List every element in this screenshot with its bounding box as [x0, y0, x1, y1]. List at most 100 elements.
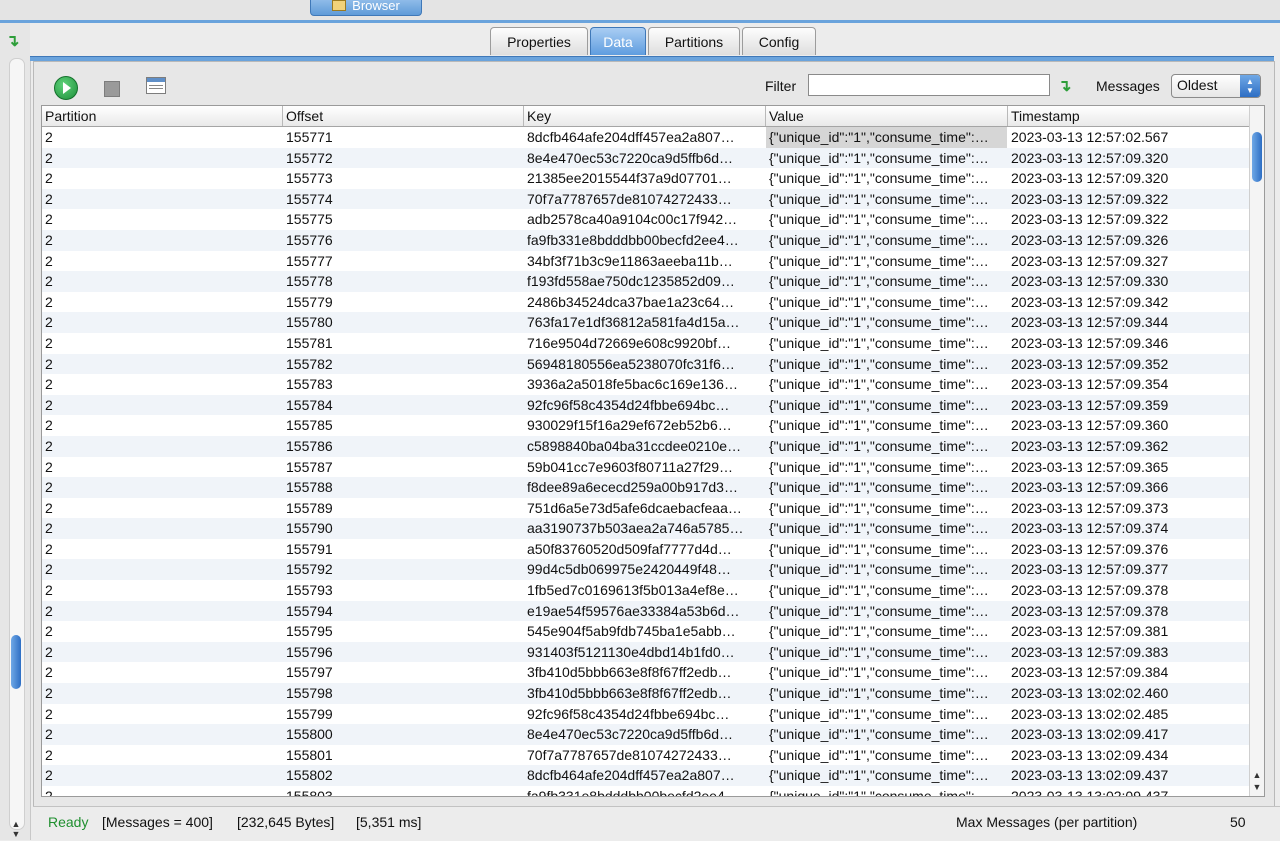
table-row[interactable]: 2 155771 8dcfb464afe204dff457ea2a807… {"uni…: [42, 127, 1250, 148]
cell-key[interactable]: 8e4e470ec53c7220ca9d5ffb6d…: [524, 148, 763, 169]
cell-partition[interactable]: 2: [42, 209, 281, 230]
table-scrollbar[interactable]: ▲ ▼: [1249, 106, 1264, 796]
table-row[interactable]: 2 155778 f193fd558ae750dc1235852d09… {"uniq…: [42, 271, 1250, 292]
cell-key[interactable]: 931403f5121130e4dbd14b1fd0…: [524, 642, 763, 663]
cell-value[interactable]: {"unique_id":"1","consume_time":…: [766, 477, 1007, 498]
left-scroll-down-icon[interactable]: ▼: [10, 829, 22, 841]
cell-timestamp[interactable]: 2023-03-13 12:57:09.366: [1008, 477, 1251, 498]
cell-partition[interactable]: 2: [42, 642, 281, 663]
cell-partition[interactable]: 2: [42, 601, 281, 622]
cell-timestamp[interactable]: 2023-03-13 12:57:09.376: [1008, 539, 1251, 560]
column-header-timestamp[interactable]: Timestamp: [1008, 106, 1250, 126]
cell-partition[interactable]: 2: [42, 436, 281, 457]
cell-partition[interactable]: 2: [42, 230, 281, 251]
cell-partition[interactable]: 2: [42, 457, 281, 478]
tab-properties[interactable]: Properties: [490, 27, 588, 55]
cell-key[interactable]: 92fc96f58c4354d24fbbe694bc…: [524, 395, 763, 416]
cell-partition[interactable]: 2: [42, 539, 281, 560]
tab-data[interactable]: Data: [590, 27, 646, 55]
cell-timestamp[interactable]: 2023-03-13 12:57:09.354: [1008, 374, 1251, 395]
cell-key[interactable]: fa9fb331e8bdddbb00becfd2ee4…: [524, 786, 763, 796]
apply-filter-arrow-icon[interactable]: ↴: [1058, 76, 1071, 96]
cell-timestamp[interactable]: 2023-03-13 12:57:09.342: [1008, 292, 1251, 313]
cell-partition[interactable]: 2: [42, 477, 281, 498]
cell-value[interactable]: {"unique_id":"1","consume_time":…: [766, 292, 1007, 313]
cell-timestamp[interactable]: 2023-03-13 12:57:09.359: [1008, 395, 1251, 416]
table-row[interactable]: 2 155801 70f7a7787657de81074272433… {"uniqu…: [42, 745, 1250, 766]
cell-partition[interactable]: 2: [42, 498, 281, 519]
cell-key[interactable]: adb2578ca40a9104c00c17f942…: [524, 209, 763, 230]
table-row[interactable]: 2 155774 70f7a7787657de81074272433… {"uniqu…: [42, 188, 1250, 210]
cell-value[interactable]: {"unique_id":"1","consume_time":…: [766, 148, 1007, 169]
tab-partitions[interactable]: Partitions: [648, 27, 740, 55]
cell-offset[interactable]: 155783: [283, 374, 522, 395]
cell-key[interactable]: 751d6a5e73d5afe6dcaebacfeaa…: [524, 498, 763, 519]
cell-timestamp[interactable]: 2023-03-13 12:57:09.344: [1008, 312, 1251, 333]
cell-key[interactable]: 59b041cc7e9603f80711a27f29…: [524, 457, 763, 478]
column-header-partition[interactable]: Partition: [42, 106, 283, 126]
cell-value[interactable]: {"unique_id":"1","consume_time":…: [766, 312, 1007, 333]
cell-key[interactable]: 70f7a7787657de81074272433…: [524, 189, 763, 210]
cell-value[interactable]: {"unique_id":"1","consume_time":…: [766, 354, 1007, 375]
cell-timestamp[interactable]: 2023-03-13 12:57:09.378: [1008, 580, 1251, 601]
cell-offset[interactable]: 155773: [283, 168, 522, 189]
cell-key[interactable]: 3fb410d5bbb663e8f8f67ff2edb…: [524, 683, 763, 704]
cell-value[interactable]: {"unique_id":"1","consume_time":…: [766, 642, 1007, 663]
cell-timestamp[interactable]: 2023-03-13 12:57:09.320: [1008, 148, 1251, 169]
cell-timestamp[interactable]: 2023-03-13 12:57:09.327: [1008, 251, 1251, 272]
cell-offset[interactable]: 155801: [283, 745, 522, 766]
cell-key[interactable]: 21385ee2015544f37a9d07701…: [524, 168, 763, 189]
cell-offset[interactable]: 155776: [283, 230, 522, 251]
cell-partition[interactable]: 2: [42, 168, 281, 189]
cell-partition[interactable]: 2: [42, 662, 281, 683]
table-row[interactable]: 2 155777 34bf3f71b3c9e11863aeeba11b… {"uniq…: [42, 251, 1250, 272]
cell-partition[interactable]: 2: [42, 765, 281, 786]
cell-offset[interactable]: 155793: [283, 580, 522, 601]
cell-key[interactable]: 56948180556ea5238070fc31f6…: [524, 354, 763, 375]
cell-value[interactable]: {"unique_id":"1","consume_time":…: [766, 271, 1007, 292]
cell-value[interactable]: {"unique_id":"1","consume_time":…: [766, 415, 1007, 436]
cell-value[interactable]: {"unique_id":"1","consume_time":…: [766, 374, 1007, 395]
filter-input[interactable]: [808, 74, 1050, 96]
cell-key[interactable]: 8dcfb464afe204dff457ea2a807…: [524, 765, 763, 786]
cell-value[interactable]: {"unique_id":"1","consume_time":…: [766, 230, 1007, 251]
cell-timestamp[interactable]: 2023-03-13 13:02:02.485: [1008, 704, 1251, 725]
cell-key[interactable]: 716e9504d72669e608c9920bf…: [524, 333, 763, 354]
cell-key[interactable]: e19ae54f59576ae33384a53b6d…: [524, 601, 763, 622]
cell-offset[interactable]: 155781: [283, 333, 522, 354]
cell-value[interactable]: {"unique_id":"1","consume_time":…: [766, 559, 1007, 580]
cell-offset[interactable]: 155789: [283, 498, 522, 519]
cell-key[interactable]: 763fa17e1df36812a581fa4d15a…: [524, 312, 763, 333]
cell-partition[interactable]: 2: [42, 786, 281, 796]
cell-key[interactable]: 34bf3f71b3c9e11863aeeba11b…: [524, 251, 763, 272]
cell-key[interactable]: 545e904f5ab9fdb745ba1e5abb…: [524, 621, 763, 642]
cell-partition[interactable]: 2: [42, 189, 281, 210]
cell-offset[interactable]: 155797: [283, 662, 522, 683]
table-row[interactable]: 2 155785 930029f15f16a29ef672eb52b6… {"uniq…: [42, 415, 1250, 436]
cell-offset[interactable]: 155794: [283, 601, 522, 622]
cell-value[interactable]: {"unique_id":"1","consume_time":…: [766, 765, 1007, 786]
cell-offset[interactable]: 155802: [283, 765, 522, 786]
table-row[interactable]: 2 155779 2486b34524dca37bae1a23c64… {"uniqu…: [42, 292, 1250, 313]
cell-value[interactable]: {"unique_id":"1","consume_time":…: [766, 724, 1007, 745]
cell-value[interactable]: {"unique_id":"1","consume_time":…: [766, 209, 1007, 230]
cell-value[interactable]: {"unique_id":"1","consume_time":…: [766, 436, 1007, 457]
cell-timestamp[interactable]: 2023-03-13 12:57:09.362: [1008, 436, 1251, 457]
cell-value[interactable]: {"unique_id":"1","consume_time":…: [766, 745, 1007, 766]
cell-offset[interactable]: 155790: [283, 518, 522, 539]
cell-timestamp[interactable]: 2023-03-13 12:57:09.378: [1008, 601, 1251, 622]
cell-offset[interactable]: 155774: [283, 189, 522, 210]
cell-offset[interactable]: 155782: [283, 354, 522, 375]
cell-value[interactable]: {"unique_id":"1","consume_time":…: [766, 704, 1007, 725]
cell-timestamp[interactable]: 2023-03-13 13:02:02.460: [1008, 683, 1251, 704]
cell-offset[interactable]: 155784: [283, 395, 522, 416]
cell-partition[interactable]: 2: [42, 148, 281, 169]
cell-offset[interactable]: 155795: [283, 621, 522, 642]
table-row[interactable]: 2 155790 aa3190737b503aea2a746a5785… {"uniq…: [42, 518, 1250, 539]
left-scroll-thumb[interactable]: [11, 635, 21, 689]
cell-key[interactable]: 2486b34524dca37bae1a23c64…: [524, 292, 763, 313]
cell-timestamp[interactable]: 2023-03-13 12:57:09.326: [1008, 230, 1251, 251]
cell-value[interactable]: {"unique_id":"1","consume_time":…: [766, 621, 1007, 642]
cell-offset[interactable]: 155788: [283, 477, 522, 498]
cell-partition[interactable]: 2: [42, 395, 281, 416]
